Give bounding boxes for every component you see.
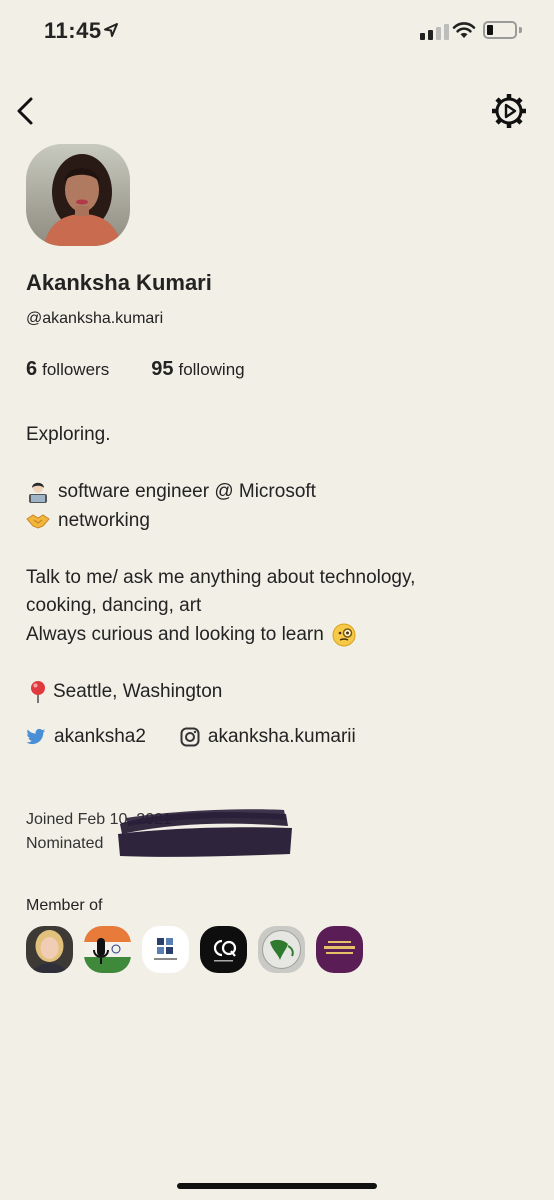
back-button[interactable] bbox=[12, 94, 42, 128]
status-bar: 11:45 bbox=[0, 0, 554, 64]
club-image bbox=[142, 926, 189, 973]
club-image bbox=[258, 926, 305, 973]
twitter-handle: akanksha2 bbox=[54, 726, 146, 747]
club-image bbox=[200, 926, 247, 973]
home-indicator bbox=[177, 1183, 377, 1189]
club-image bbox=[26, 926, 73, 973]
location-arrow-icon bbox=[104, 23, 118, 37]
club-avatar[interactable] bbox=[142, 926, 189, 973]
club-avatar[interactable] bbox=[200, 926, 247, 973]
club-list bbox=[26, 926, 363, 973]
profile-photo bbox=[26, 144, 130, 246]
bio-line: Exploring. bbox=[26, 424, 111, 445]
battery-cap bbox=[519, 27, 522, 33]
bio-line: Seattle, Washington bbox=[53, 680, 223, 702]
instagram-link[interactable]: akanksha.kumarii bbox=[180, 726, 356, 748]
bio-line: software engineer @ Microsoft bbox=[58, 481, 316, 502]
battery-icon bbox=[483, 21, 517, 39]
profile-avatar[interactable] bbox=[26, 144, 130, 246]
bio-line: cooking, dancing, art bbox=[26, 595, 202, 616]
bio-line: Always curious and looking to learn bbox=[26, 623, 324, 645]
round-pushpin-emoji-icon bbox=[31, 680, 45, 703]
club-avatar[interactable] bbox=[258, 926, 305, 973]
profile-name: Akanksha Kumari bbox=[26, 270, 212, 295]
followers-count: 6 bbox=[26, 358, 38, 380]
wifi-icon bbox=[452, 22, 476, 38]
club-image bbox=[84, 926, 131, 973]
member-of-title: Member of bbox=[26, 897, 103, 914]
instagram-icon bbox=[180, 727, 200, 747]
club-avatar[interactable] bbox=[316, 926, 363, 973]
bio-line: Talk to me/ ask me anything about techno… bbox=[26, 566, 416, 588]
club-avatar[interactable] bbox=[84, 926, 131, 973]
monocle-face-emoji-icon bbox=[332, 623, 356, 647]
followers-link[interactable]: 6 followers bbox=[26, 358, 109, 381]
handshake-emoji-icon bbox=[26, 514, 50, 529]
instagram-handle: akanksha.kumarii bbox=[207, 726, 356, 747]
cellular-signal-icon bbox=[420, 22, 449, 40]
redaction-scribble bbox=[118, 809, 292, 857]
profile-handle: @akanksha.kumari bbox=[26, 310, 164, 327]
bio-line: networking bbox=[58, 509, 150, 531]
chevron-left-icon bbox=[17, 97, 33, 125]
follow-counts: 6 followers 95 following bbox=[26, 358, 245, 381]
club-avatar[interactable] bbox=[26, 926, 73, 973]
twitter-link[interactable]: akanksha2 bbox=[26, 726, 146, 748]
twitter-icon bbox=[26, 728, 46, 745]
following-link[interactable]: 95 following bbox=[151, 358, 244, 381]
profile-bio: Exploring. software engineer @ Microsoft… bbox=[26, 421, 536, 706]
followers-label: followers bbox=[42, 360, 110, 379]
settings-button[interactable] bbox=[490, 92, 528, 130]
club-image bbox=[316, 926, 363, 973]
following-count: 95 bbox=[151, 358, 174, 380]
following-label: following bbox=[178, 360, 245, 379]
technologist-emoji-icon bbox=[29, 483, 47, 504]
status-time: 11:45 bbox=[44, 18, 102, 43]
social-links: akanksha2 akanksha.kumarii bbox=[26, 726, 356, 748]
gear-icon bbox=[492, 94, 526, 128]
